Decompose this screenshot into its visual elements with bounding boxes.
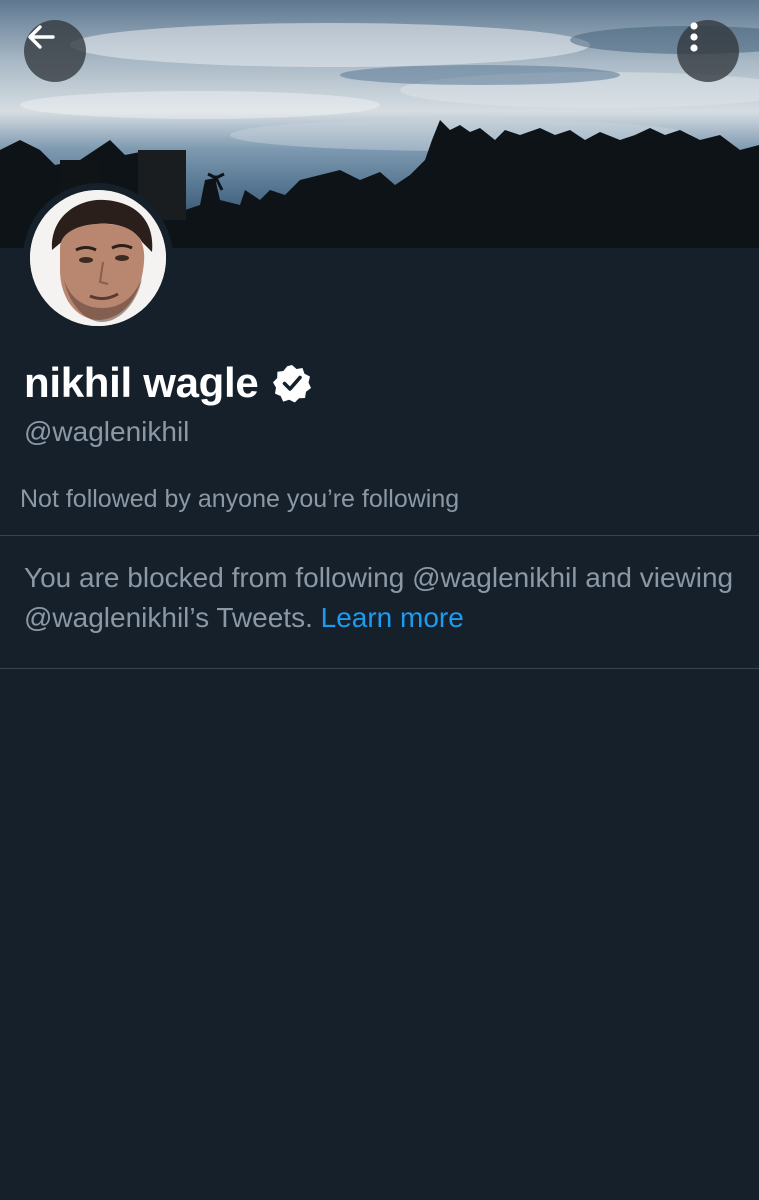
display-name: nikhil wagle — [24, 359, 259, 406]
followers-you-know-note: Not followed by anyone you’re following — [20, 485, 460, 513]
avatar[interactable] — [23, 183, 173, 333]
learn-more-link[interactable]: Learn more — [321, 602, 464, 633]
verified-badge-icon[interactable] — [272, 363, 312, 403]
back-button[interactable] — [24, 20, 86, 82]
blocked-message: You are blocked from following @waglenik… — [24, 558, 734, 638]
divider — [0, 668, 759, 669]
profile-page: nikhil wagle @waglenikhil Not followed b… — [0, 0, 759, 1200]
more-options-button[interactable] — [677, 20, 739, 82]
vertical-dots-icon — [690, 22, 698, 52]
avatar-image — [30, 190, 166, 326]
display-name-row: nikhil wagle — [24, 354, 312, 412]
user-handle: @waglenikhil — [24, 416, 190, 447]
divider — [0, 535, 759, 536]
arrow-left-icon — [28, 25, 55, 49]
